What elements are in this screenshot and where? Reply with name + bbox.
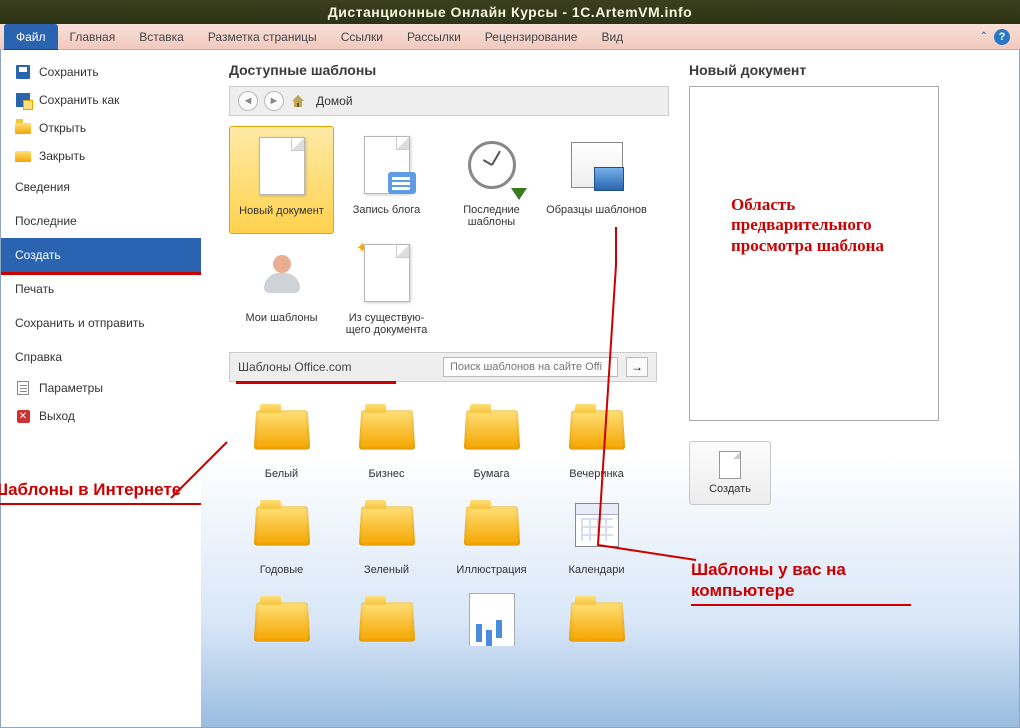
- search-templates-input[interactable]: [443, 357, 618, 377]
- folder-illustration[interactable]: Иллюстрация: [439, 486, 544, 582]
- template-grid[interactable]: Новый документ Запись блога Последние ша…: [229, 126, 669, 646]
- person-icon: [258, 249, 306, 297]
- tab-layout[interactable]: Разметка страницы: [196, 24, 329, 49]
- breadcrumb[interactable]: Домой: [316, 94, 353, 108]
- sidebar-close[interactable]: Закрыть: [1, 142, 201, 170]
- sidebar-new[interactable]: Создать: [1, 238, 201, 272]
- officecom-label: Шаблоны Office.com: [238, 360, 352, 374]
- officecom-section: Шаблоны Office.com →: [229, 352, 657, 382]
- open-icon: [15, 120, 31, 136]
- folder-icon: [253, 506, 309, 545]
- tab-home[interactable]: Главная: [58, 24, 128, 49]
- save-icon: [15, 64, 31, 80]
- folder-green[interactable]: Зеленый: [334, 486, 439, 582]
- template-blog-post[interactable]: Запись блога: [334, 126, 439, 234]
- nav-back[interactable]: ◄: [238, 91, 258, 111]
- folder-party[interactable]: Вечеринка: [544, 390, 649, 486]
- nav-fwd[interactable]: ►: [264, 91, 284, 111]
- exit-icon: ✕: [15, 408, 31, 424]
- folder-yearly[interactable]: Годовые: [229, 486, 334, 582]
- sidebar-open[interactable]: Открыть: [1, 114, 201, 142]
- folder-icon: [253, 410, 309, 449]
- create-doc-icon: [719, 451, 741, 479]
- tab-review[interactable]: Рецензирование: [473, 24, 590, 49]
- template-my-templates[interactable]: Мои шаблоны: [229, 234, 334, 342]
- folder-calendars[interactable]: Календари: [544, 486, 649, 582]
- templates-navbar: ◄ ► Домой: [229, 86, 669, 116]
- tab-links[interactable]: Ссылки: [329, 24, 395, 49]
- folder-business[interactable]: Бизнес: [334, 390, 439, 486]
- home-icon[interactable]: [290, 93, 306, 109]
- folder-icon: [253, 602, 309, 641]
- sidebar-save-send[interactable]: Сохранить и отправить: [1, 306, 201, 340]
- clock-icon: [468, 141, 516, 189]
- sidebar-info[interactable]: Сведения: [1, 170, 201, 204]
- existing-doc-icon: [364, 244, 410, 302]
- minimize-ribbon-icon[interactable]: ⌃: [980, 31, 988, 42]
- folder-white[interactable]: Белый: [229, 390, 334, 486]
- folder-flyers[interactable]: Листовки: [439, 582, 544, 646]
- window-title: Дистанционные Онлайн Курсы - 1C.ArtemVM.…: [0, 0, 1020, 24]
- blank-doc-icon: [259, 137, 305, 195]
- folder-icon: [358, 410, 414, 449]
- folder-icon: [568, 410, 624, 449]
- template-from-existing[interactable]: ✦ Из существую- щего документа: [334, 234, 439, 342]
- tab-insert[interactable]: Вставка: [127, 24, 196, 49]
- tab-mail[interactable]: Рассылки: [395, 24, 473, 49]
- save-as-icon: [15, 92, 31, 108]
- sidebar-params[interactable]: Параметры: [1, 374, 201, 402]
- folder-icon: [463, 410, 519, 449]
- create-button[interactable]: Создать: [689, 441, 771, 505]
- sample-icon: [571, 142, 623, 188]
- flyer-icon: [469, 593, 515, 646]
- sidebar-save-as[interactable]: Сохранить как: [1, 86, 201, 114]
- sidebar-print[interactable]: Печать: [1, 272, 201, 306]
- search-go-button[interactable]: →: [626, 357, 648, 377]
- tab-file[interactable]: Файл: [4, 24, 58, 49]
- sidebar-exit[interactable]: ✕Выход: [1, 402, 201, 430]
- folder-icon: [463, 506, 519, 545]
- preview-heading: Новый документ: [689, 62, 959, 78]
- folder-icon: [568, 602, 624, 641]
- folder-personal[interactable]: Личные: [544, 582, 649, 646]
- templates-heading: Доступные шаблоны: [229, 62, 669, 78]
- calendar-icon: [575, 503, 619, 547]
- template-recent[interactable]: Последние шаблоны: [439, 126, 544, 234]
- template-blank-document[interactable]: Новый документ: [229, 126, 334, 234]
- options-icon: [15, 380, 31, 396]
- folder-red[interactable]: Красный: [334, 582, 439, 646]
- ribbon-tabs: Файл Главная Вставка Разметка страницы С…: [0, 24, 1020, 50]
- folder-icon: [358, 506, 414, 545]
- folder-icon: [358, 602, 414, 641]
- sidebar-save[interactable]: Сохранить: [1, 58, 201, 86]
- close-file-icon: [15, 148, 31, 164]
- sidebar-help[interactable]: Справка: [1, 340, 201, 374]
- template-preview: [689, 86, 939, 421]
- folder-cards[interactable]: Карточки: [229, 582, 334, 646]
- tab-view[interactable]: Вид: [589, 24, 635, 49]
- sidebar-recent[interactable]: Последние: [1, 204, 201, 238]
- folder-paper[interactable]: Бумага: [439, 390, 544, 486]
- template-samples[interactable]: Образцы шаблонов: [544, 126, 649, 234]
- help-icon[interactable]: ?: [994, 29, 1010, 45]
- backstage-sidebar: Сохранить Сохранить как Открыть Закрыть …: [1, 50, 201, 727]
